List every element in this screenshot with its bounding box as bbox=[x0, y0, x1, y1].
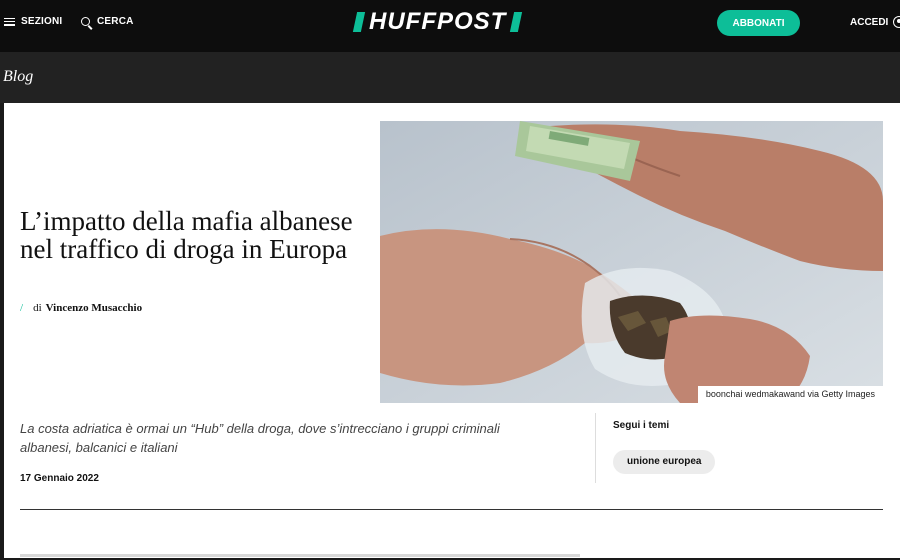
article-content: L’impatto della mafia albanese nel traff… bbox=[4, 103, 900, 558]
user-icon bbox=[893, 16, 900, 28]
article-lede: La costa adriatica è ormai un “Hub” dell… bbox=[20, 421, 500, 455]
section-title[interactable]: Blog bbox=[3, 68, 33, 86]
topics-title: Segui i temi bbox=[613, 420, 670, 431]
vertical-divider bbox=[595, 413, 596, 483]
search-icon bbox=[81, 16, 91, 27]
search-button[interactable]: CERCA bbox=[81, 16, 134, 27]
image-credit: boonchai wedmakawand via Getty Images bbox=[697, 386, 883, 403]
huffpost-logo[interactable]: HUFFPOST bbox=[352, 8, 523, 35]
section-header: Blog bbox=[0, 52, 900, 103]
hamburger-icon bbox=[4, 17, 15, 26]
login-button[interactable]: ACCEDI bbox=[850, 16, 900, 28]
sections-menu-button[interactable]: SEZIONI bbox=[4, 16, 62, 27]
hands-exchange-illustration bbox=[380, 121, 883, 403]
content-divider bbox=[20, 509, 883, 510]
topic-chip-unione-europea[interactable]: unione europea bbox=[613, 450, 716, 474]
logo-left-bar bbox=[352, 12, 366, 32]
logo-right-bar bbox=[510, 12, 523, 32]
byline: / di Vincenzo Musacchio bbox=[20, 302, 142, 314]
subscribe-button[interactable]: ABBONATI bbox=[717, 10, 800, 36]
top-navigation-bar: SEZIONI CERCA HUFFPOST ABBONATI ACCEDI bbox=[0, 0, 900, 52]
logo-text: HUFFPOST bbox=[369, 8, 507, 35]
author-link[interactable]: Vincenzo Musacchio bbox=[46, 302, 142, 314]
login-label: ACCEDI bbox=[850, 16, 889, 28]
article-headline: L’impatto della mafia albanese nel traff… bbox=[20, 206, 353, 264]
byline-slash: / bbox=[20, 302, 24, 314]
sections-menu-label: SEZIONI bbox=[21, 16, 63, 27]
search-label: CERCA bbox=[97, 16, 134, 27]
article-photo: boonchai wedmakawand via Getty Images bbox=[380, 121, 883, 403]
body-text-preview bbox=[20, 550, 580, 560]
byline-prefix: di bbox=[33, 302, 42, 314]
publish-date: 17 Gennaio 2022 bbox=[20, 473, 99, 484]
